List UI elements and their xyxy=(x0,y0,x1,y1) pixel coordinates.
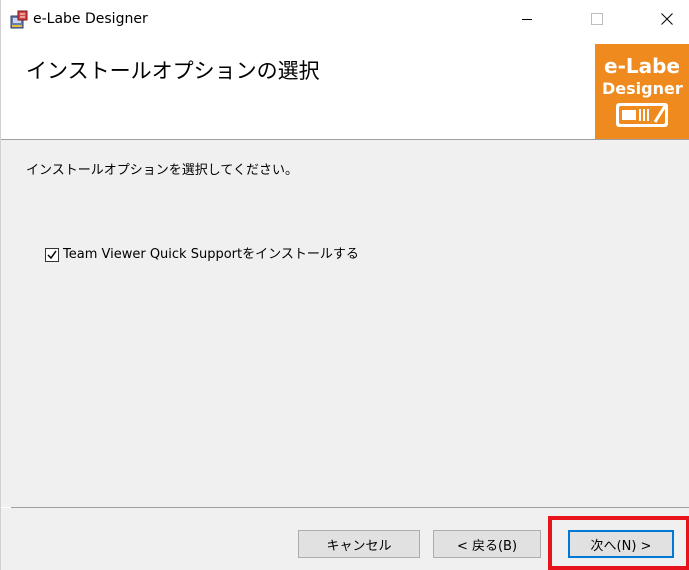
minimize-icon xyxy=(522,19,532,20)
logo-text-2: Designer xyxy=(602,79,683,98)
next-button[interactable]: 次へ(N) > xyxy=(568,530,674,558)
back-button[interactable]: < 戻る(B) xyxy=(433,530,541,558)
header-panel xyxy=(1,38,689,140)
close-button[interactable] xyxy=(644,0,689,38)
maximize-icon xyxy=(591,13,603,25)
minimize-button[interactable] xyxy=(504,0,550,38)
close-icon xyxy=(661,13,673,25)
maximize-button[interactable] xyxy=(574,0,620,38)
teamviewer-option[interactable]: Team Viewer Quick Supportをインストールする xyxy=(45,246,359,264)
installer-app-icon xyxy=(10,10,28,29)
product-logo: e-Labe Designer xyxy=(595,44,689,139)
window-title: e-Labe Designer xyxy=(33,11,148,27)
page-title: インストールオプションの選択 xyxy=(26,59,320,83)
cancel-button[interactable]: キャンセル xyxy=(298,530,420,558)
content-area xyxy=(1,140,689,507)
label-printer-icon xyxy=(616,103,668,127)
logo-text-1: e-Labe xyxy=(604,54,680,78)
teamviewer-option-label[interactable]: Team Viewer Quick Supportをインストールする xyxy=(63,246,359,264)
check-icon xyxy=(47,250,57,260)
installer-window: e-Labe Designer インストールオプションの選択 e-Labe De… xyxy=(0,0,689,570)
teamviewer-checkbox[interactable] xyxy=(45,248,59,262)
title-bar[interactable]: e-Labe Designer xyxy=(1,0,689,38)
instruction-text: インストールオプションを選択してください。 xyxy=(26,163,298,178)
